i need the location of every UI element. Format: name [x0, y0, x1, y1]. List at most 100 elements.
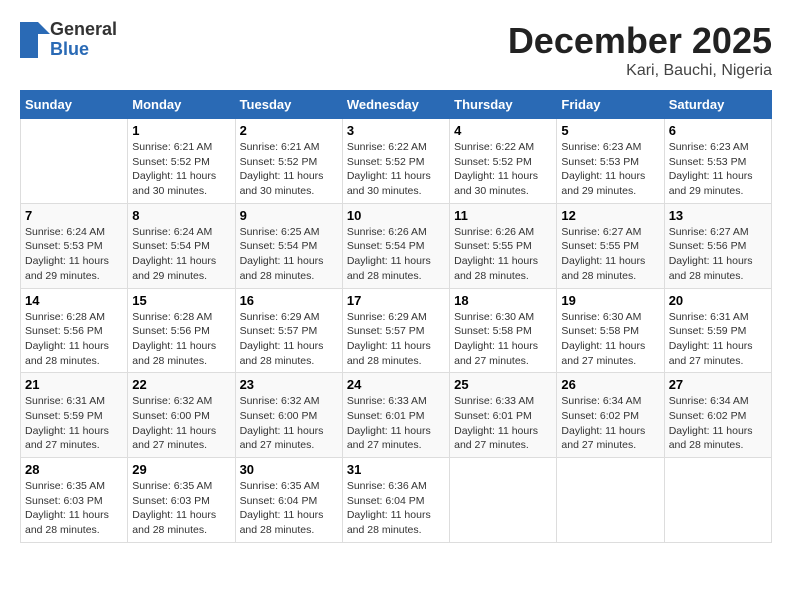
title-block: December 2025 Kari, Bauchi, Nigeria: [508, 20, 772, 80]
day-info: Sunrise: 6:21 AMSunset: 5:52 PMDaylight:…: [132, 140, 230, 199]
calendar-cell: [557, 458, 664, 543]
day-number: 3: [347, 123, 445, 138]
day-number: 17: [347, 293, 445, 308]
calendar-cell: 14 Sunrise: 6:28 AMSunset: 5:56 PMDayligh…: [21, 288, 128, 373]
day-number: 27: [669, 377, 767, 392]
header-cell-tuesday: Tuesday: [235, 91, 342, 119]
calendar-cell: 24 Sunrise: 6:33 AMSunset: 6:01 PMDayligh…: [342, 373, 449, 458]
day-number: 29: [132, 462, 230, 477]
calendar-cell: [450, 458, 557, 543]
day-info: Sunrise: 6:34 AMSunset: 6:02 PMDaylight:…: [669, 394, 767, 453]
day-info: Sunrise: 6:24 AMSunset: 5:54 PMDaylight:…: [132, 225, 230, 284]
week-row-3: 14 Sunrise: 6:28 AMSunset: 5:56 PMDayligh…: [21, 288, 772, 373]
calendar-cell: 9 Sunrise: 6:25 AMSunset: 5:54 PMDaylight…: [235, 203, 342, 288]
day-number: 19: [561, 293, 659, 308]
calendar-cell: 30Sunrise: 6:35 AMSunset: 6:04 PMDayligh…: [235, 458, 342, 543]
calendar-cell: 28 Sunrise: 6:35 AMSunset: 6:03 PMDayligh…: [21, 458, 128, 543]
day-info: Sunrise: 6:26 AMSunset: 5:54 PMDaylight:…: [347, 225, 445, 284]
header-row: SundayMondayTuesdayWednesdayThursdayFrid…: [21, 91, 772, 119]
day-number: 9: [240, 208, 338, 223]
day-number: 5: [561, 123, 659, 138]
day-info: Sunrise: 6:33 AMSunset: 6:01 PMDaylight:…: [347, 394, 445, 453]
day-info: Sunrise: 6:29 AMSunset: 5:57 PMDaylight:…: [240, 310, 338, 369]
calendar-cell: 10 Sunrise: 6:26 AMSunset: 5:54 PMDayligh…: [342, 203, 449, 288]
day-info: Sunrise: 6:28 AMSunset: 5:56 PMDaylight:…: [132, 310, 230, 369]
calendar-cell: 18 Sunrise: 6:30 AMSunset: 5:58 PMDayligh…: [450, 288, 557, 373]
calendar-cell: 11Sunrise: 6:26 AMSunset: 5:55 PMDayligh…: [450, 203, 557, 288]
day-info: Sunrise: 6:35 AMSunset: 6:03 PMDaylight:…: [25, 479, 123, 538]
calendar-cell: 19 Sunrise: 6:30 AMSunset: 5:58 PMDayligh…: [557, 288, 664, 373]
day-number: 4: [454, 123, 552, 138]
calendar-cell: 29 Sunrise: 6:35 AMSunset: 6:03 PMDayligh…: [128, 458, 235, 543]
week-row-4: 21 Sunrise: 6:31 AMSunset: 5:59 PMDayligh…: [21, 373, 772, 458]
day-number: 31: [347, 462, 445, 477]
day-number: 15: [132, 293, 230, 308]
subtitle: Kari, Bauchi, Nigeria: [508, 62, 772, 80]
calendar-cell: 1 Sunrise: 6:21 AMSunset: 5:52 PMDaylight…: [128, 119, 235, 204]
day-number: 10: [347, 208, 445, 223]
day-info: Sunrise: 6:36 AMSunset: 6:04 PMDaylight:…: [347, 479, 445, 538]
calendar-cell: 6 Sunrise: 6:23 AMSunset: 5:53 PMDaylight…: [664, 119, 771, 204]
day-number: 28: [25, 462, 123, 477]
day-info: Sunrise: 6:27 AMSunset: 5:56 PMDaylight:…: [669, 225, 767, 284]
calendar-cell: 31 Sunrise: 6:36 AMSunset: 6:04 PMDayligh…: [342, 458, 449, 543]
logo-blue: Blue: [50, 40, 117, 60]
day-info: Sunrise: 6:35 AMSunset: 6:03 PMDaylight:…: [132, 479, 230, 538]
week-row-5: 28 Sunrise: 6:35 AMSunset: 6:03 PMDayligh…: [21, 458, 772, 543]
calendar-cell: 7 Sunrise: 6:24 AMSunset: 5:53 PMDaylight…: [21, 203, 128, 288]
header-cell-wednesday: Wednesday: [342, 91, 449, 119]
day-info: Sunrise: 6:31 AMSunset: 5:59 PMDaylight:…: [25, 394, 123, 453]
day-info: Sunrise: 6:22 AMSunset: 5:52 PMDaylight:…: [347, 140, 445, 199]
calendar-cell: 4Sunrise: 6:22 AMSunset: 5:52 PMDaylight…: [450, 119, 557, 204]
day-info: Sunrise: 6:25 AMSunset: 5:54 PMDaylight:…: [240, 225, 338, 284]
main-title: December 2025: [508, 20, 772, 62]
day-number: 21: [25, 377, 123, 392]
day-info: Sunrise: 6:31 AMSunset: 5:59 PMDaylight:…: [669, 310, 767, 369]
calendar-table: SundayMondayTuesdayWednesdayThursdayFrid…: [20, 90, 772, 543]
calendar-cell: 26Sunrise: 6:34 AMSunset: 6:02 PMDayligh…: [557, 373, 664, 458]
day-number: 20: [669, 293, 767, 308]
calendar-cell: 15 Sunrise: 6:28 AMSunset: 5:56 PMDayligh…: [128, 288, 235, 373]
day-number: 14: [25, 293, 123, 308]
day-number: 26: [561, 377, 659, 392]
calendar-cell: [21, 119, 128, 204]
calendar-cell: 2 Sunrise: 6:21 AMSunset: 5:52 PMDaylight…: [235, 119, 342, 204]
day-number: 13: [669, 208, 767, 223]
calendar-cell: 13 Sunrise: 6:27 AMSunset: 5:56 PMDayligh…: [664, 203, 771, 288]
day-number: 16: [240, 293, 338, 308]
header-cell-friday: Friday: [557, 91, 664, 119]
calendar-cell: 21 Sunrise: 6:31 AMSunset: 5:59 PMDayligh…: [21, 373, 128, 458]
day-info: Sunrise: 6:24 AMSunset: 5:53 PMDaylight:…: [25, 225, 123, 284]
logo-text: General Blue: [50, 20, 117, 60]
day-info: Sunrise: 6:21 AMSunset: 5:52 PMDaylight:…: [240, 140, 338, 199]
week-row-1: 1 Sunrise: 6:21 AMSunset: 5:52 PMDaylight…: [21, 119, 772, 204]
day-info: Sunrise: 6:30 AMSunset: 5:58 PMDaylight:…: [561, 310, 659, 369]
header-cell-monday: Monday: [128, 91, 235, 119]
day-info: Sunrise: 6:23 AMSunset: 5:53 PMDaylight:…: [669, 140, 767, 199]
calendar-cell: 12Sunrise: 6:27 AMSunset: 5:55 PMDayligh…: [557, 203, 664, 288]
day-number: 23: [240, 377, 338, 392]
calendar-cell: 23Sunrise: 6:32 AMSunset: 6:00 PMDayligh…: [235, 373, 342, 458]
day-number: 25: [454, 377, 552, 392]
day-number: 1: [132, 123, 230, 138]
day-info: Sunrise: 6:28 AMSunset: 5:56 PMDaylight:…: [25, 310, 123, 369]
header-cell-sunday: Sunday: [21, 91, 128, 119]
calendar-cell: 20 Sunrise: 6:31 AMSunset: 5:59 PMDayligh…: [664, 288, 771, 373]
page-header: General Blue December 2025 Kari, Bauchi,…: [20, 20, 772, 80]
day-number: 24: [347, 377, 445, 392]
calendar-cell: 17Sunrise: 6:29 AMSunset: 5:57 PMDayligh…: [342, 288, 449, 373]
day-info: Sunrise: 6:32 AMSunset: 6:00 PMDaylight:…: [132, 394, 230, 453]
header-cell-saturday: Saturday: [664, 91, 771, 119]
calendar-cell: 8Sunrise: 6:24 AMSunset: 5:54 PMDaylight…: [128, 203, 235, 288]
day-info: Sunrise: 6:23 AMSunset: 5:53 PMDaylight:…: [561, 140, 659, 199]
day-number: 2: [240, 123, 338, 138]
logo-general: General: [50, 20, 117, 40]
day-info: Sunrise: 6:30 AMSunset: 5:58 PMDaylight:…: [454, 310, 552, 369]
calendar-cell: 22Sunrise: 6:32 AMSunset: 6:00 PMDayligh…: [128, 373, 235, 458]
calendar-cell: 25Sunrise: 6:33 AMSunset: 6:01 PMDayligh…: [450, 373, 557, 458]
day-number: 7: [25, 208, 123, 223]
calendar-cell: 27 Sunrise: 6:34 AMSunset: 6:02 PMDayligh…: [664, 373, 771, 458]
day-number: 6: [669, 123, 767, 138]
day-info: Sunrise: 6:27 AMSunset: 5:55 PMDaylight:…: [561, 225, 659, 284]
day-number: 18: [454, 293, 552, 308]
